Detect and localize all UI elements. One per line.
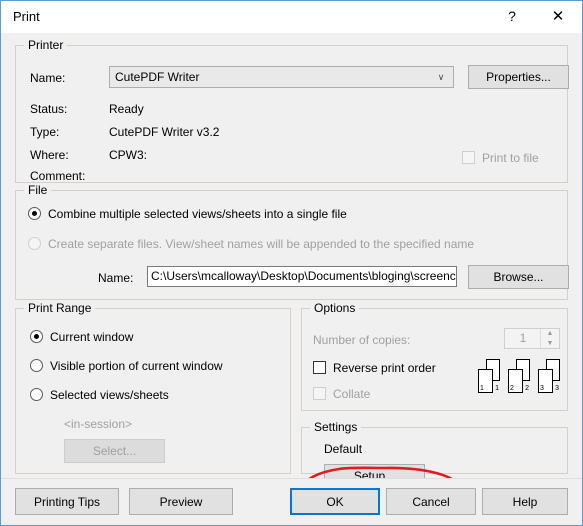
page-back-number: 3: [555, 385, 559, 392]
radio-combine-single-file[interactable]: Combine multiple selected views/sheets i…: [28, 207, 347, 222]
file-name-label: Name:: [98, 271, 134, 285]
options-group: Options Number of copies: 1 ▲ ▼ Reverse …: [301, 301, 568, 411]
in-session-label: <in-session>: [64, 417, 133, 431]
radio-create-separate-files[interactable]: Create separate files. View/sheet names …: [28, 237, 474, 252]
stepper-down-icon[interactable]: ▼: [541, 339, 559, 348]
print-range-group-legend: Print Range: [24, 301, 96, 315]
collate-preview-icons: 1 1 2 2 3 3: [478, 359, 560, 393]
settings-default-label: Default: [324, 442, 363, 456]
radio-selected-views[interactable]: Selected views/sheets: [30, 388, 169, 403]
printer-group-legend: Printer: [24, 38, 68, 52]
printer-type-value: CutePDF Writer v3.2: [109, 125, 220, 139]
file-group: File Combine multiple selected views/she…: [15, 183, 569, 300]
page-front-number: 1: [480, 385, 484, 392]
printer-name-label: Name:: [30, 71, 66, 85]
collate-checkbox[interactable]: Collate: [313, 387, 370, 402]
page-front-number: 3: [540, 385, 544, 392]
printer-status-value: Ready: [109, 102, 144, 116]
page-back-number: 2: [525, 385, 529, 392]
page-front-number: 2: [510, 385, 514, 392]
radio-mark-icon: [30, 330, 43, 343]
radio-current-window-label: Current window: [50, 330, 134, 344]
printer-properties-button[interactable]: Properties...: [468, 65, 569, 89]
radio-separate-label: Create separate files. View/sheet names …: [48, 237, 475, 251]
radio-mark-icon: [30, 359, 43, 372]
preview-button[interactable]: Preview: [129, 488, 233, 515]
cancel-button[interactable]: Cancel: [386, 488, 476, 515]
copies-stepper[interactable]: 1 ▲ ▼: [504, 328, 560, 349]
stepper-up-icon[interactable]: ▲: [541, 329, 559, 338]
copies-label: Number of copies:: [313, 333, 411, 347]
radio-current-window[interactable]: Current window: [30, 330, 133, 345]
dialog-body: Printer Name: CutePDF Writer ∨ Propertie…: [1, 33, 582, 525]
close-icon[interactable]: ✕: [536, 1, 580, 32]
dialog-footer: Printing Tips Preview OK Cancel Help: [1, 478, 582, 525]
collate-page-pair: 3 3: [538, 359, 560, 393]
print-to-file-checkbox[interactable]: Print to file: [462, 151, 539, 166]
file-group-legend: File: [24, 183, 52, 197]
select-views-button[interactable]: Select...: [64, 439, 165, 463]
options-group-legend: Options: [310, 301, 360, 315]
reverse-print-order-label: Reverse print order: [333, 361, 436, 375]
radio-mark-icon: [28, 237, 41, 250]
print-to-file-label: Print to file: [482, 151, 539, 165]
ok-button[interactable]: OK: [290, 488, 380, 515]
checkbox-box-icon: [313, 361, 326, 374]
title-bar: Print ? ✕: [1, 1, 582, 33]
chevron-down-icon: ∨: [437, 72, 445, 82]
printer-name-value: CutePDF Writer: [115, 70, 200, 84]
print-dialog: Print ? ✕ Printer Name: CutePDF Writer ∨…: [0, 0, 583, 526]
help-button[interactable]: Help: [482, 488, 568, 515]
checkbox-box-icon: [313, 387, 326, 400]
checkbox-box-icon: [462, 151, 475, 164]
radio-mark-icon: [30, 388, 43, 401]
printer-name-select[interactable]: CutePDF Writer ∨: [109, 66, 454, 88]
radio-selected-views-label: Selected views/sheets: [50, 388, 169, 402]
printing-tips-button[interactable]: Printing Tips: [15, 488, 119, 515]
help-icon[interactable]: ?: [490, 1, 534, 32]
collate-label: Collate: [333, 387, 371, 401]
collate-page-pair: 2 2: [508, 359, 530, 393]
printer-status-label: Status:: [30, 102, 68, 116]
printer-type-label: Type:: [30, 125, 60, 139]
print-range-group: Print Range Current window Visible porti…: [15, 301, 291, 474]
file-browse-button[interactable]: Browse...: [468, 265, 569, 289]
file-name-input[interactable]: C:\Users\mcalloway\Desktop\Documents\blo…: [147, 266, 457, 287]
printer-where-label: Where:: [30, 148, 69, 162]
radio-visible-portion-label: Visible portion of current window: [50, 359, 223, 373]
printer-where-value: CPW3:: [109, 148, 148, 162]
stepper-arrows[interactable]: ▲ ▼: [540, 329, 559, 348]
settings-group: Settings Default Setup...: [301, 420, 568, 488]
copies-value: 1: [519, 331, 527, 345]
collate-page-pair: 1 1: [478, 359, 500, 393]
printer-comment-label: Comment:: [30, 169, 86, 183]
reverse-print-order-checkbox[interactable]: Reverse print order: [313, 361, 436, 376]
radio-combine-label: Combine multiple selected views/sheets i…: [48, 207, 347, 221]
settings-group-legend: Settings: [310, 420, 362, 434]
page-back-number: 1: [495, 385, 499, 392]
window-title: Print: [13, 9, 40, 24]
printer-group: Printer Name: CutePDF Writer ∨ Propertie…: [15, 38, 569, 183]
radio-visible-portion[interactable]: Visible portion of current window: [30, 359, 223, 374]
radio-mark-icon: [28, 207, 41, 220]
